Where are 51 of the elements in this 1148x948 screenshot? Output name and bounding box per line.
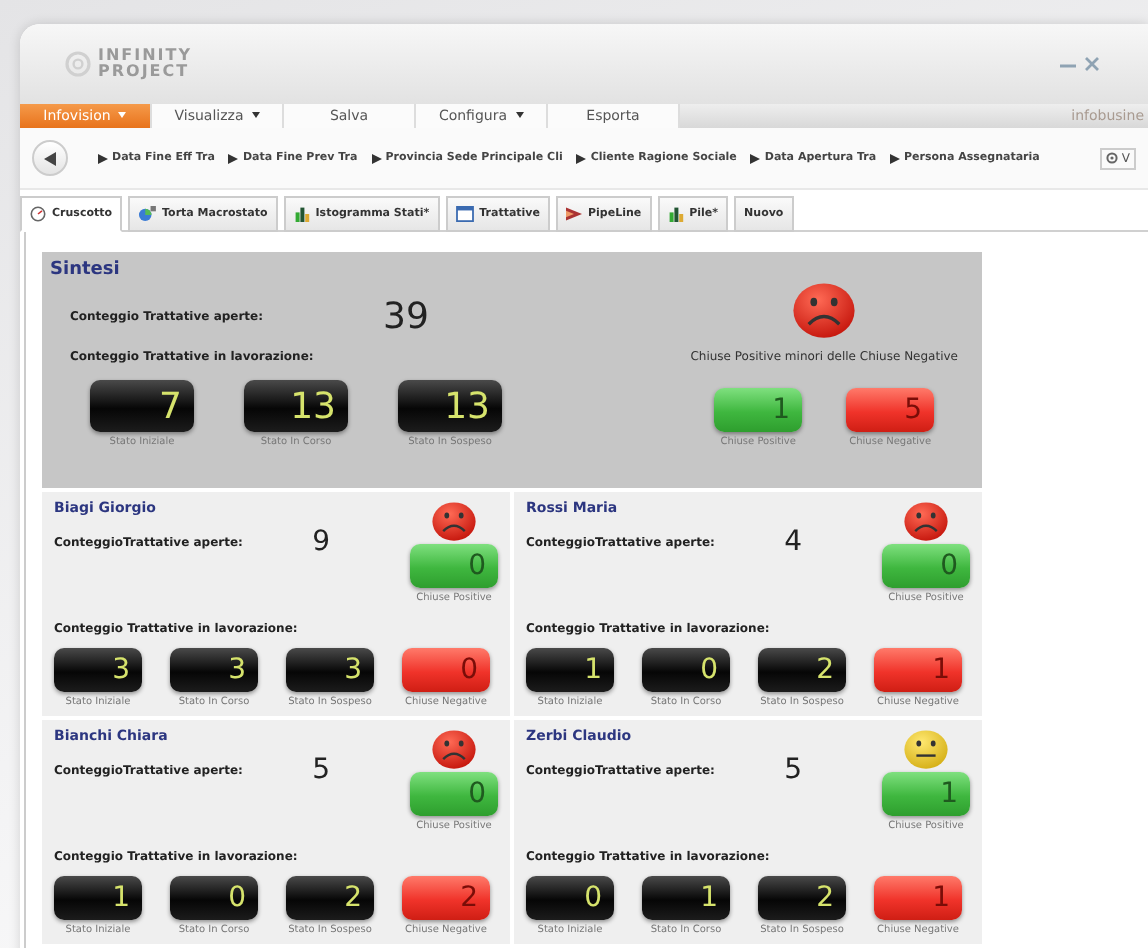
logo-text: INFINITY PROJECT	[98, 48, 190, 80]
counter-display: 0	[526, 876, 614, 920]
play-arrow-icon	[228, 153, 239, 163]
bar-chart-icon	[293, 206, 310, 222]
counter-display: 0	[170, 876, 258, 920]
counter-display: 3	[54, 648, 142, 692]
counter-display: 2	[758, 876, 846, 920]
counter-display: 2	[286, 876, 374, 920]
open-count: 4	[784, 526, 802, 558]
positive-counter: 1	[882, 771, 970, 816]
play-arrow-icon	[890, 153, 901, 163]
open-count: 39	[383, 296, 429, 338]
table-icon	[455, 206, 474, 222]
open-count: 5	[312, 754, 330, 786]
counter-display: 1	[54, 876, 142, 920]
gear-icon	[1105, 152, 1118, 164]
play-arrow-icon	[750, 153, 761, 163]
open-count: 9	[312, 526, 330, 558]
negative-counter: 5	[846, 387, 935, 432]
caret-icon	[118, 112, 127, 120]
back-arrow-icon	[43, 151, 57, 165]
logo-icon	[64, 50, 92, 78]
counter-display: 3	[286, 648, 374, 692]
counter-display: 3	[170, 648, 258, 692]
positive-counter: 0	[410, 771, 498, 816]
counter-display: 1	[642, 876, 730, 920]
positive-counter: 0	[410, 543, 498, 588]
negative-counter: 1	[874, 648, 962, 692]
caret-icon	[515, 112, 524, 120]
play-arrow-icon	[576, 153, 587, 163]
close-icon[interactable]	[1084, 56, 1100, 72]
counter-display: 13	[398, 380, 502, 432]
gauge-icon	[30, 206, 46, 222]
positive-counter: 0	[882, 543, 970, 588]
bar-chart-icon	[667, 206, 684, 222]
counter-display: 13	[244, 380, 348, 432]
counter-display: 0	[642, 648, 730, 692]
negative-counter: 1	[874, 876, 962, 920]
counter-display: 2	[758, 648, 846, 692]
counter-display: 7	[90, 380, 194, 432]
negative-counter: 0	[402, 648, 490, 692]
back-button[interactable]	[32, 140, 68, 176]
panel-title: Sintesi	[50, 260, 122, 280]
pie-chart-icon	[138, 206, 157, 222]
play-arrow-icon	[371, 153, 382, 163]
caret-icon	[251, 112, 260, 120]
negative-counter: 2	[402, 876, 490, 920]
play-arrow-icon	[98, 153, 108, 163]
positive-counter: 1	[714, 387, 803, 432]
open-count: 5	[784, 754, 802, 786]
counter-display: 1	[526, 648, 614, 692]
